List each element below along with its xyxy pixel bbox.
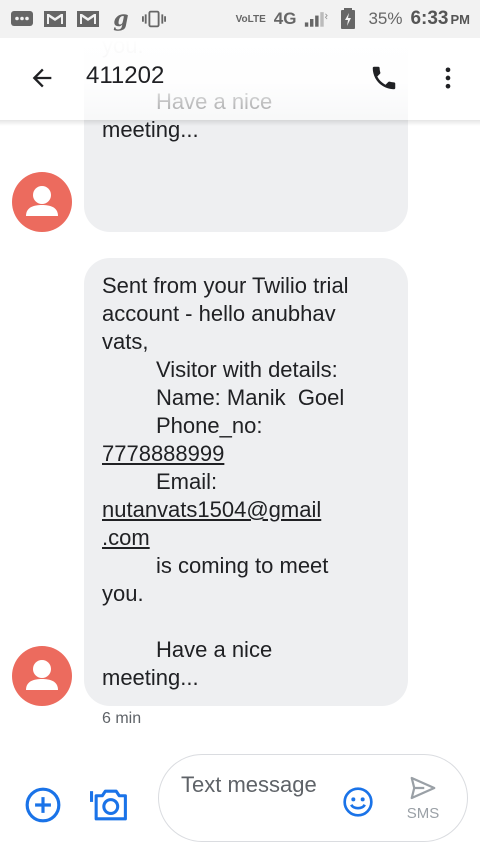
- volte-icon: VoLTE: [235, 13, 266, 25]
- message-text-line: meeting...: [102, 665, 199, 690]
- message-text-line: account - hello anubhav: [102, 301, 336, 326]
- app-bar: 411202: [0, 38, 480, 120]
- app-bar-shadow: [0, 120, 480, 126]
- message-text-line: Phone_no:: [156, 413, 263, 438]
- message-bubble[interactable]: Sent from your Twilio trial account - hel…: [84, 258, 408, 706]
- send-button[interactable]: SMS: [393, 773, 453, 835]
- contact-avatar[interactable]: [12, 172, 72, 232]
- more-options-button[interactable]: [430, 60, 466, 96]
- message-link[interactable]: .com: [102, 524, 390, 552]
- person-icon: [26, 660, 58, 690]
- message-icon: [10, 9, 34, 29]
- send-mode-label: SMS: [406, 805, 440, 822]
- messaging-app: Sent from your Twilio trial account - hel…: [0, 0, 480, 854]
- phone-icon: [372, 66, 396, 90]
- battery-charging-icon: [336, 8, 360, 29]
- message-text-line: Visitor with details:: [156, 357, 338, 382]
- emoji-button[interactable]: [341, 785, 375, 819]
- back-button[interactable]: [24, 60, 60, 96]
- message-text-line: Name: Manik Goel: [156, 385, 345, 410]
- message-text-line: Have a nice: [156, 637, 273, 662]
- message-text-line: vats,: [102, 329, 149, 354]
- signal-icon: [304, 9, 329, 29]
- message-text-line: Sent from your Twilio trial: [102, 273, 349, 298]
- message-text-line: Email:: [156, 469, 218, 494]
- gmail-icon: [76, 9, 100, 29]
- send-icon: [410, 776, 436, 800]
- message-text-line: [102, 608, 390, 636]
- compose-bar: Text message SMS: [0, 740, 480, 854]
- more-vert-icon: [445, 67, 451, 89]
- message-timestamp: 6 min: [102, 710, 142, 727]
- vibrate-icon: [142, 9, 166, 29]
- message-link[interactable]: nutanvats1504@gmail: [102, 496, 390, 524]
- message-input[interactable]: Text message SMS: [158, 754, 468, 842]
- g-app-label: g: [113, 6, 129, 32]
- camera-icon: [90, 789, 127, 821]
- clock: 6:33 PM: [410, 8, 470, 30]
- battery-percent: 35%: [368, 9, 403, 28]
- clock-ampm: PM: [450, 12, 471, 27]
- person-icon: [26, 186, 58, 216]
- add-attachment-button[interactable]: [22, 784, 64, 826]
- call-button[interactable]: [366, 60, 402, 96]
- gmail-icon: [43, 9, 67, 29]
- message-link[interactable]: 7778888999: [102, 440, 390, 468]
- conversation-title: 411202: [86, 62, 165, 89]
- back-arrow-icon: [32, 68, 52, 88]
- status-bar: g VoLTE 4G 35% 6:33 PM: [0, 0, 480, 38]
- message-text-line: is coming to meet: [156, 553, 329, 578]
- camera-button[interactable]: [88, 784, 132, 826]
- 4g-icon: 4G: [273, 9, 297, 28]
- g-app-icon: g: [109, 6, 133, 32]
- message-text-line: you.: [102, 581, 144, 606]
- add-circle-icon: [25, 787, 61, 823]
- contact-avatar[interactable]: [12, 646, 72, 706]
- clock-time: 6:33: [410, 8, 449, 29]
- emoji-icon: [343, 787, 373, 817]
- message-input-placeholder: Text message: [181, 772, 317, 797]
